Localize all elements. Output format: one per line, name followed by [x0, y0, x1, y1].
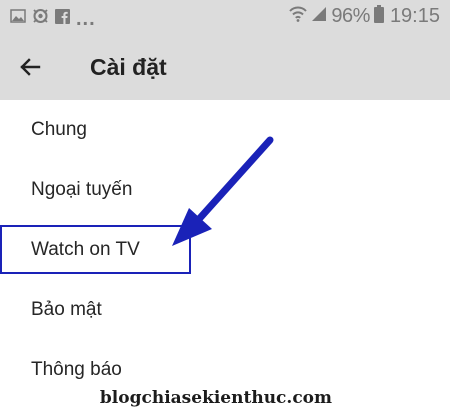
- settings-item-watch-on-tv[interactable]: Watch on TV: [0, 220, 450, 280]
- arrow-left-icon: [20, 58, 41, 76]
- app-icon: [32, 8, 49, 29]
- status-right: 96% 19:15: [289, 5, 440, 28]
- image-icon: [10, 9, 26, 28]
- settings-item-security[interactable]: Bảo mật: [0, 280, 450, 340]
- status-overflow: ...: [76, 7, 96, 30]
- wifi-icon: [289, 5, 308, 28]
- battery-icon: [373, 5, 384, 28]
- settings-item-label: Bảo mật: [31, 299, 102, 320]
- app-bar: Cài đặt: [0, 34, 450, 100]
- settings-item-label: Chung: [31, 119, 87, 140]
- page-title: Cài đặt: [90, 54, 167, 80]
- settings-item-label: Ngoại tuyến: [31, 179, 133, 200]
- watermark: blogchiasekienthuc.com: [99, 388, 332, 408]
- settings-item-general[interactable]: Chung: [0, 100, 450, 160]
- battery-percent: 96%: [331, 5, 370, 27]
- status-left: ...: [10, 8, 96, 29]
- signal-icon: [311, 6, 327, 27]
- facebook-icon: [55, 8, 70, 29]
- settings-item-offline[interactable]: Ngoại tuyến: [0, 160, 450, 220]
- back-button[interactable]: [12, 49, 48, 85]
- clock: 19:15: [389, 5, 440, 27]
- settings-item-label: Thông báo: [31, 359, 122, 380]
- status-bar: ... 96% 19:15: [0, 0, 450, 34]
- settings-item-label: Watch on TV: [31, 239, 140, 260]
